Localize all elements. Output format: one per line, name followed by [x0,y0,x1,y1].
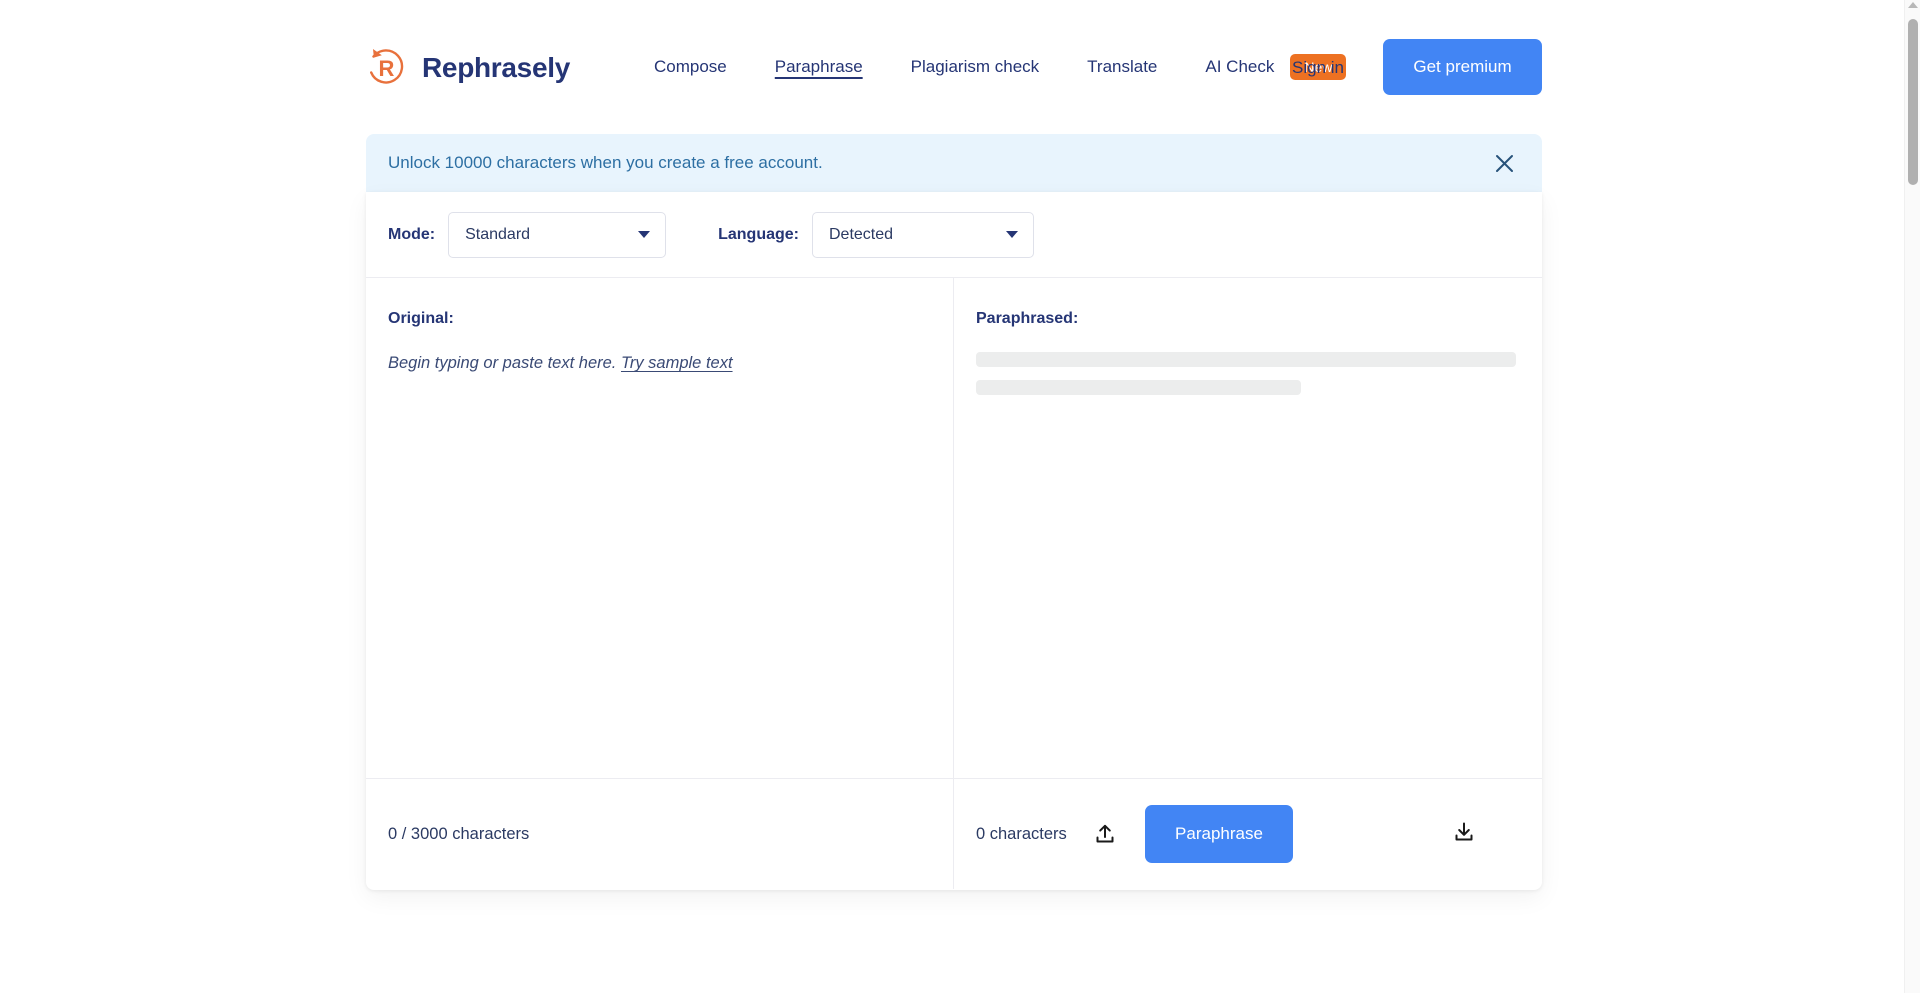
mode-select-value: Standard [465,225,531,243]
paraphrased-title: Paraphrased: [976,310,1079,327]
sign-in-link[interactable]: Sign in [1292,58,1344,78]
original-placeholder-text: Begin typing or paste text here. [388,354,617,372]
try-sample-text-link[interactable]: Try sample text [621,354,733,372]
page-scrollbar[interactable] [1904,0,1920,993]
nav-item-ai-check[interactable]: AI Check [1181,45,1284,89]
output-toolbar: 0 characters [954,779,1542,889]
original-pane[interactable]: Original: Begin typing or paste text her… [366,278,954,778]
language-label: Language: [718,225,799,243]
original-title: Original: [388,310,454,327]
page-root: R Rephrasely Compose Paraphrase Plagiari… [0,0,1920,993]
input-character-count: 0 / 3000 characters [388,824,530,843]
brand-logo[interactable]: R Rephrasely [364,45,570,90]
main-navigation: Compose Paraphrase Plagiarism check Tran… [630,45,1347,89]
original-placeholder: Begin typing or paste text here. Try sam… [388,352,929,375]
nav-item-plagiarism-check[interactable]: Plagiarism check [887,45,1064,89]
svg-text:R: R [379,56,395,81]
nav-item-compose[interactable]: Compose [630,45,751,89]
output-character-count: 0 characters [976,824,1067,843]
option-bar: Mode: Standard Language: Detected [366,192,1542,278]
nav-item-translate[interactable]: Translate [1063,45,1181,89]
skeleton-bar [976,380,1301,395]
card-footer: 0 / 3000 characters Paraphrase 0 charact… [366,778,1542,889]
chevron-down-icon [638,231,651,238]
paraphrase-card: Mode: Standard Language: Detected Origin… [366,192,1542,890]
paraphrased-pane: Paraphrased: [954,278,1542,778]
mode-label: Mode: [388,225,436,243]
get-premium-button[interactable]: Get premium [1383,39,1542,95]
promo-banner: Unlock 10000 characters when you create … [366,134,1542,192]
language-select-value: Detected [829,225,894,243]
scroll-up-arrow-icon[interactable] [1908,2,1918,8]
promo-banner-text: Unlock 10000 characters when you create … [388,153,823,172]
editor-panes: Original: Begin typing or paste text her… [366,278,1542,778]
chevron-down-icon [1006,231,1018,238]
circular-arrow-r-logo-icon: R [364,45,409,90]
brand-name: Rephrasely [422,51,570,83]
close-icon[interactable] [1490,149,1518,177]
mode-select[interactable]: Standard [448,211,667,258]
nav-item-paraphrase[interactable]: Paraphrase [751,45,887,89]
site-header: R Rephrasely Compose Paraphrase Plagiari… [0,0,1904,137]
input-toolbar: 0 / 3000 characters Paraphrase [366,779,1293,889]
language-select[interactable]: Detected [812,211,1034,258]
skeleton-bar [976,352,1516,367]
download-icon[interactable] [1447,815,1481,849]
scrollbar-thumb[interactable] [1908,19,1918,185]
